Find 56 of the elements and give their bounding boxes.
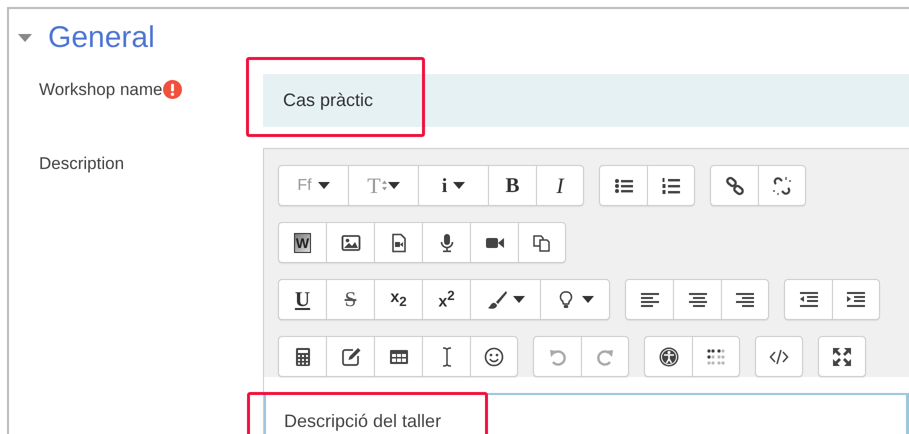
bold-button[interactable]: B (488, 165, 536, 206)
align-center-button[interactable] (673, 279, 721, 320)
media-button[interactable] (374, 222, 422, 263)
caret-icon (388, 182, 400, 189)
unlink-button[interactable] (758, 165, 806, 206)
styles-button[interactable]: i (418, 165, 488, 206)
strike-button[interactable]: S (326, 279, 374, 320)
outdent-button[interactable] (784, 279, 832, 320)
edit-icon (340, 346, 360, 366)
subscript-button[interactable]: x$_{2}$ (374, 279, 422, 320)
audio-button[interactable] (422, 222, 470, 263)
align-right-button[interactable] (721, 279, 769, 320)
bulb-button[interactable] (540, 279, 610, 320)
brush-icon (486, 290, 506, 310)
align-left-button[interactable] (625, 279, 673, 320)
smiley-button[interactable] (470, 336, 518, 377)
fullscreen-icon (832, 346, 852, 366)
bullet-list-button[interactable] (599, 165, 647, 206)
indent-button[interactable] (832, 279, 880, 320)
field-label: Description (39, 154, 124, 174)
indent-icon (846, 290, 866, 310)
word-paste-button[interactable]: W (278, 222, 326, 263)
underline-button[interactable]: U (278, 279, 326, 320)
image-icon (340, 232, 360, 252)
unlink-icon (772, 176, 792, 196)
name-field[interactable]: Cas pràctic (263, 74, 909, 127)
link-button[interactable] (710, 165, 758, 206)
video-button[interactable] (470, 222, 518, 263)
brush-button[interactable] (470, 279, 540, 320)
edit-button[interactable] (326, 336, 374, 377)
calculator-button[interactable] (278, 336, 326, 377)
code-button[interactable] (755, 336, 803, 377)
table-button[interactable] (374, 336, 422, 377)
up-down-arrows-icon (382, 180, 387, 191)
accessibility-icon (658, 346, 678, 366)
copy-icon (532, 232, 552, 252)
caret-icon (318, 182, 330, 189)
section-title: General (48, 21, 155, 55)
numbered-list-button[interactable] (647, 165, 695, 206)
fullscreen-button[interactable] (818, 336, 866, 377)
caret-icon (582, 296, 594, 303)
caret-icon (453, 182, 466, 189)
italic-button[interactable]: I (536, 165, 584, 206)
collapse-icon[interactable] (18, 34, 32, 42)
numbered-list-icon (661, 176, 681, 196)
link-icon (724, 176, 744, 196)
copy-button[interactable] (518, 222, 566, 263)
description-editor[interactable]: Descripció del taller (284, 411, 442, 432)
superscript-button[interactable]: x$^{2}$ (422, 279, 470, 320)
image-button[interactable] (326, 222, 374, 263)
caret-icon (512, 296, 524, 303)
braille-icon (706, 346, 726, 366)
field-label: Workshop name (39, 80, 162, 100)
outdent-icon (798, 290, 818, 310)
accessibility-button[interactable] (644, 336, 692, 377)
smiley-icon (484, 346, 504, 366)
